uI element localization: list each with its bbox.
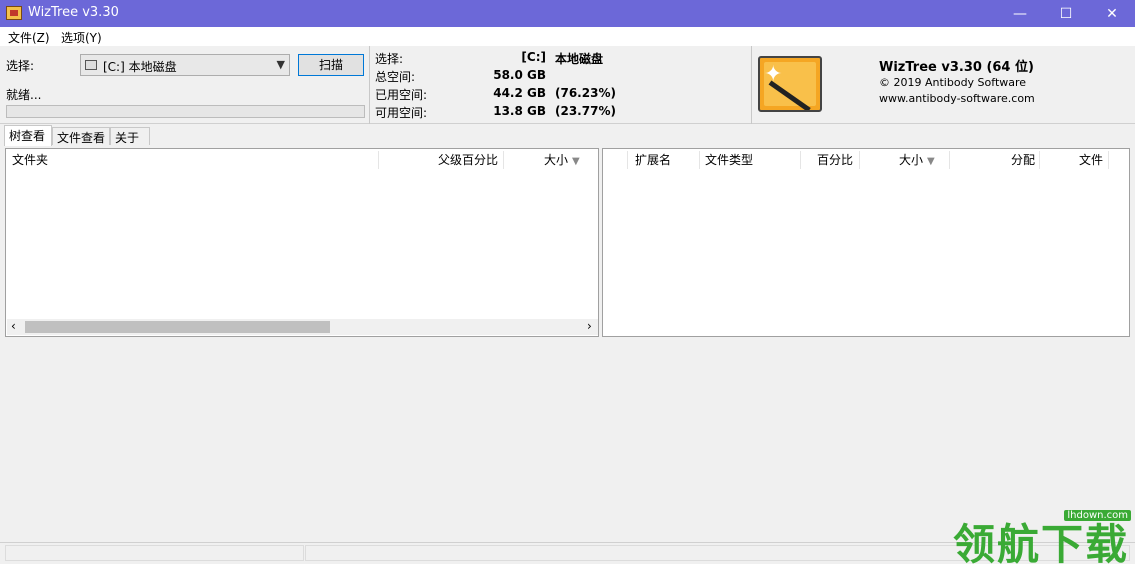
menu-options[interactable]: 选项(Y) <box>61 29 102 46</box>
sort-desc-icon: ▼ <box>927 156 935 167</box>
used-percent: (76.23%) <box>555 86 616 100</box>
column-parent-percent[interactable]: 父级百分比 <box>386 149 498 171</box>
menu-bar: 文件(Z) 选项(Y) <box>0 27 1135 46</box>
app-icon <box>6 6 22 20</box>
progress-bar <box>6 105 365 118</box>
select-label: 选择: <box>6 59 35 73</box>
product-name: WizTree v3.30 (64 位) <box>879 60 1034 75</box>
free-percent: (23.77%) <box>555 104 616 118</box>
scroll-thumb[interactable] <box>25 321 330 333</box>
total-label: 总空间: <box>375 70 416 84</box>
scan-button[interactable]: 扫描 <box>298 54 364 76</box>
scroll-left-icon[interactable]: ‹ <box>11 319 16 333</box>
stats-select-label: 选择: <box>375 52 404 66</box>
drive-icon <box>85 60 97 70</box>
column-allocated[interactable]: 分配 <box>953 149 1035 171</box>
horizontal-scrollbar[interactable]: ‹ › <box>7 319 598 335</box>
column-percent[interactable]: 百分比 <box>803 149 853 171</box>
column-extension[interactable]: 扩展名 <box>635 149 671 171</box>
column-folder[interactable]: 文件夹 <box>12 149 48 171</box>
close-button[interactable]: ✕ <box>1089 0 1135 27</box>
sparkle-icon: ✦ <box>764 62 783 87</box>
stats-select-drive: [C:] <box>521 50 546 64</box>
free-value: 13.8 GB <box>493 104 546 118</box>
tab-about[interactable]: 关于 <box>110 127 150 145</box>
divider <box>369 46 370 124</box>
minimize-button[interactable]: — <box>997 0 1043 27</box>
website-link[interactable]: www.antibody-software.com <box>879 92 1035 105</box>
copyright-text: © 2019 Antibody Software <box>879 76 1027 89</box>
title-bar: WizTree v3.30 — ☐ ✕ <box>0 0 1135 27</box>
used-label: 已用空间: <box>375 88 428 102</box>
window-title: WizTree v3.30 <box>28 5 119 20</box>
total-value: 58.0 GB <box>493 68 546 82</box>
used-value: 44.2 GB <box>493 86 546 100</box>
wiztree-logo: ✦ <box>758 56 822 112</box>
divider <box>751 46 752 124</box>
file-type-panel[interactable]: 扩展名 文件类型 百分比 大小 ▼ 分配 文件 <box>602 148 1130 337</box>
column-size[interactable]: 大小 ▼ <box>544 149 580 171</box>
tab-file-view[interactable]: 文件查看 <box>52 127 110 145</box>
free-label: 可用空间: <box>375 106 428 120</box>
stats-select-name: 本地磁盘 <box>555 52 604 66</box>
sort-desc-icon: ▼ <box>572 156 580 167</box>
tab-tree-view[interactable]: 树查看 <box>4 125 52 146</box>
drive-select[interactable]: [C:] 本地磁盘 ▼ <box>80 54 290 76</box>
chevron-down-icon: ▼ <box>276 58 285 71</box>
maximize-button[interactable]: ☐ <box>1043 0 1089 27</box>
header-panel: 选择: [C:] 本地磁盘 ▼ 扫描 就绪... 选择: [C:] 本地磁盘 总… <box>0 46 1135 124</box>
menu-file[interactable]: 文件(Z) <box>8 29 50 46</box>
watermark-url: lhdown.com <box>1064 510 1131 521</box>
column-file-type[interactable]: 文件类型 <box>705 149 753 171</box>
column-size[interactable]: 大小 ▼ <box>899 149 935 171</box>
status-text: 就绪... <box>6 88 42 102</box>
status-pane <box>5 545 304 561</box>
column-files[interactable]: 文件 <box>1043 149 1103 171</box>
drive-select-value: [C:] 本地磁盘 <box>103 60 177 74</box>
scroll-right-icon[interactable]: › <box>587 319 592 333</box>
folder-tree-panel[interactable]: 文件夹 父级百分比 大小 ▼ ‹ › <box>5 148 599 337</box>
